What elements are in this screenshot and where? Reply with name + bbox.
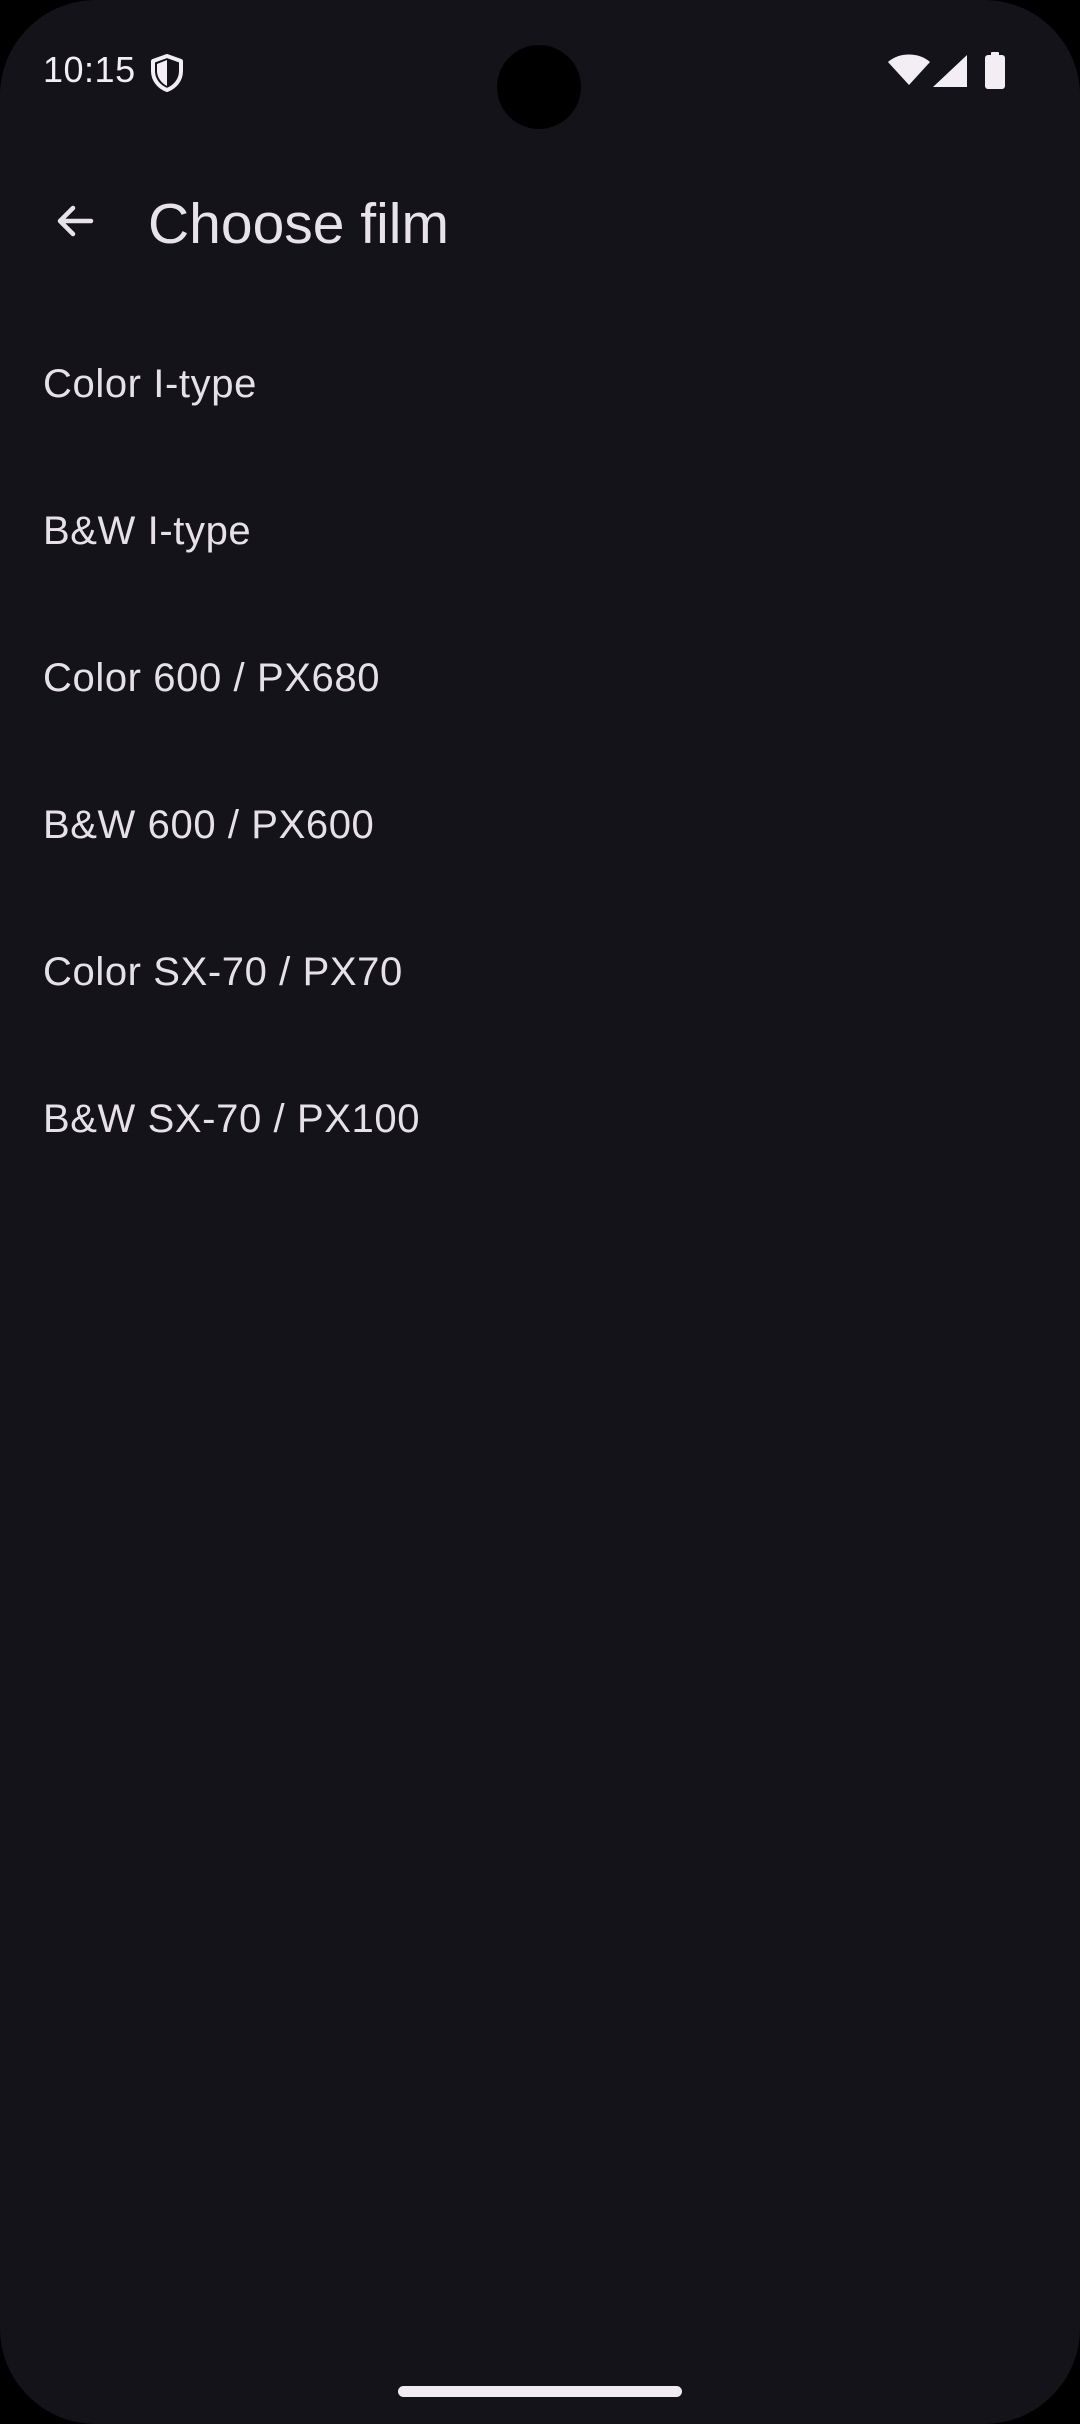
wifi-icon: [888, 54, 930, 85]
film-option-bw-i-type[interactable]: B&W I-type: [0, 457, 1080, 604]
shield-icon: [151, 54, 183, 92]
film-option-color-600[interactable]: Color 600 / PX680: [0, 604, 1080, 751]
status-bar: 10:15: [0, 0, 1080, 140]
film-option-label: Color I-type: [43, 361, 257, 406]
battery-icon: [985, 52, 1005, 89]
film-option-label: B&W I-type: [43, 508, 252, 553]
film-option-color-sx70[interactable]: Color SX-70 / PX70: [0, 898, 1080, 1045]
film-option-label: B&W SX-70 / PX100: [43, 1096, 421, 1141]
film-list: Color I-type B&W I-type Color 600 / PX68…: [0, 310, 1080, 1192]
signal-icon: [933, 55, 967, 87]
arrow-back-icon: [57, 205, 94, 237]
film-option-label: Color 600 / PX680: [43, 655, 381, 700]
camera-cutout: [497, 45, 581, 129]
page-title: Choose film: [148, 192, 449, 256]
app-screen: 10:15 Choose film Color I-type B&W I-typ…: [0, 0, 1080, 2424]
film-option-bw-600[interactable]: B&W 600 / PX600: [0, 751, 1080, 898]
film-option-color-i-type[interactable]: Color I-type: [0, 310, 1080, 457]
film-option-label: B&W 600 / PX600: [43, 802, 375, 847]
back-button[interactable]: [30, 176, 120, 266]
status-time: 10:15: [43, 49, 136, 90]
top-app-bar: Choose film: [0, 168, 1080, 284]
gesture-nav-handle[interactable]: [398, 2386, 682, 2397]
film-option-bw-sx70[interactable]: B&W SX-70 / PX100: [0, 1045, 1080, 1192]
film-option-label: Color SX-70 / PX70: [43, 949, 403, 994]
